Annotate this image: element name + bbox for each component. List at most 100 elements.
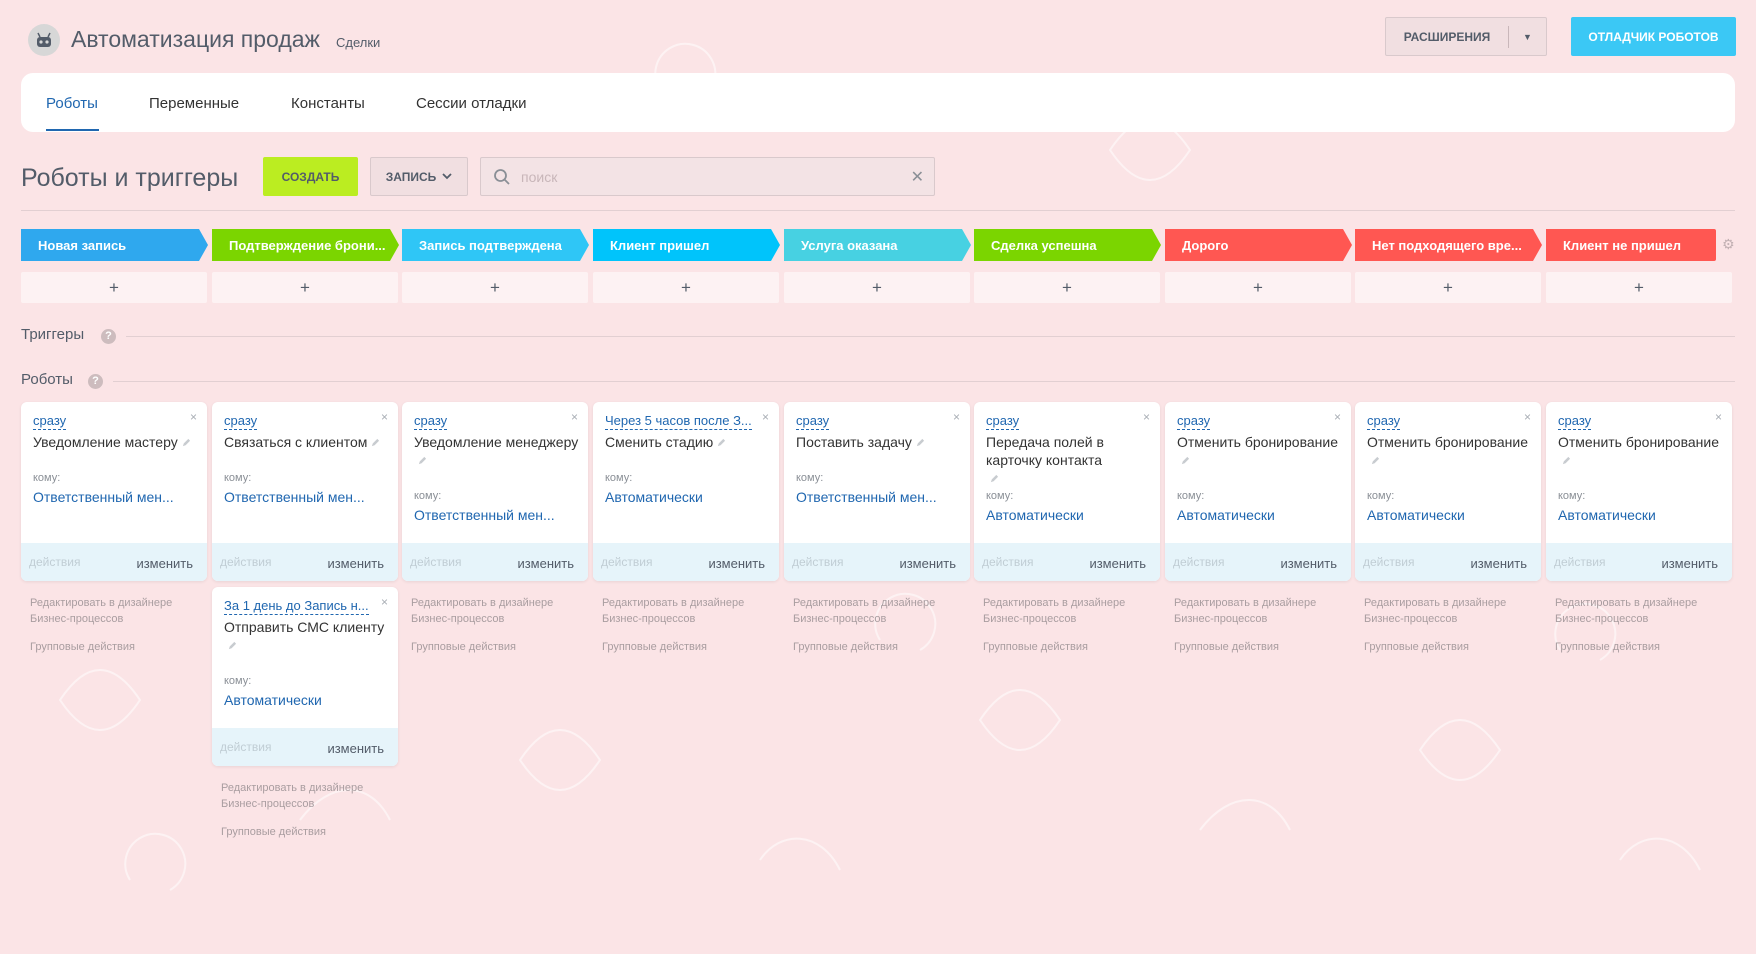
group-actions-link[interactable]: Групповые действия xyxy=(602,639,772,655)
edit-in-designer-link[interactable]: Редактировать в дизайнере Бизнес-процесс… xyxy=(411,595,581,627)
group-actions-link[interactable]: Групповые действия xyxy=(983,639,1153,655)
help-icon[interactable]: ? xyxy=(88,374,103,389)
close-icon[interactable]: × xyxy=(1143,410,1150,424)
pencil-icon[interactable] xyxy=(182,438,191,447)
close-icon[interactable]: × xyxy=(953,410,960,424)
stage-header[interactable]: Подтверждение брони... xyxy=(212,229,399,261)
stage-header[interactable]: Клиент пришел xyxy=(593,229,780,261)
add-trigger-button[interactable]: + xyxy=(1355,272,1541,303)
recipient-link[interactable]: Автоматически xyxy=(224,692,322,708)
actions-link[interactable]: действия xyxy=(1363,555,1414,569)
edit-in-designer-link[interactable]: Редактировать в дизайнере Бизнес-процесс… xyxy=(30,595,200,627)
stage-header[interactable]: Запись подтверждена xyxy=(402,229,589,261)
add-trigger-button[interactable]: + xyxy=(784,272,970,303)
chevron-down-icon[interactable]: ▼ xyxy=(1509,32,1546,42)
actions-link[interactable]: действия xyxy=(601,555,652,569)
group-actions-link[interactable]: Групповые действия xyxy=(221,824,391,840)
edit-link[interactable]: изменить xyxy=(1470,556,1527,571)
edit-link[interactable]: изменить xyxy=(899,556,956,571)
help-icon[interactable]: ? xyxy=(101,329,116,344)
robot-delay-link[interactable]: сразу xyxy=(1367,413,1401,430)
pencil-icon[interactable] xyxy=(1371,456,1380,465)
record-dropdown[interactable]: ЗАПИСЬ xyxy=(370,157,468,196)
edit-link[interactable]: изменить xyxy=(708,556,765,571)
recipient-link[interactable]: Автоматически xyxy=(605,489,703,505)
edit-link[interactable]: изменить xyxy=(1661,556,1718,571)
robot-delay-link[interactable]: сразу xyxy=(1558,413,1592,430)
stage-header[interactable]: Услуга оказана xyxy=(784,229,971,261)
robot-card[interactable]: × сразу Отменить бронирование кому: Автомати… xyxy=(1165,402,1351,581)
robot-card[interactable]: × сразу Связаться с клиентом кому: Ответстве… xyxy=(212,402,398,581)
stage-header[interactable]: Клиент не пришел xyxy=(1546,229,1716,261)
close-icon[interactable]: × xyxy=(1524,410,1531,424)
pencil-icon[interactable] xyxy=(228,641,237,650)
actions-link[interactable]: действия xyxy=(220,740,271,754)
edit-in-designer-link[interactable]: Редактировать в дизайнере Бизнес-процесс… xyxy=(1364,595,1534,627)
robot-card[interactable]: × сразу Передача полей в карточку контакта… xyxy=(974,402,1160,581)
close-icon[interactable]: × xyxy=(571,410,578,424)
robot-debugger-button[interactable]: ОТЛАДЧИК РОБОТОВ xyxy=(1571,17,1736,56)
actions-link[interactable]: действия xyxy=(1173,555,1224,569)
tab-debug-sessions[interactable]: Сессии отладки xyxy=(416,95,526,112)
recipient-link[interactable]: Ответственный мен... xyxy=(33,489,174,505)
group-actions-link[interactable]: Групповые действия xyxy=(30,639,200,655)
actions-link[interactable]: действия xyxy=(410,555,461,569)
clear-search-icon[interactable]: ✕ xyxy=(911,167,924,187)
group-actions-link[interactable]: Групповые действия xyxy=(1364,639,1534,655)
robot-delay-link[interactable]: сразу xyxy=(796,413,830,430)
stage-header[interactable]: Новая запись xyxy=(21,229,208,261)
pencil-icon[interactable] xyxy=(1562,456,1571,465)
pencil-icon[interactable] xyxy=(916,438,925,447)
edit-in-designer-link[interactable]: Редактировать в дизайнере Бизнес-процесс… xyxy=(602,595,772,627)
actions-link[interactable]: действия xyxy=(792,555,843,569)
robot-card[interactable]: × сразу Отменить бронирование кому: Автомати… xyxy=(1546,402,1732,581)
close-icon[interactable]: × xyxy=(190,410,197,424)
stage-header[interactable]: Сделка успешна xyxy=(974,229,1161,261)
pencil-icon[interactable] xyxy=(990,474,999,483)
actions-link[interactable]: действия xyxy=(1554,555,1605,569)
group-actions-link[interactable]: Групповые действия xyxy=(1174,639,1344,655)
add-trigger-button[interactable]: + xyxy=(1165,272,1351,303)
robot-delay-link[interactable]: сразу xyxy=(414,413,448,430)
pencil-icon[interactable] xyxy=(717,438,726,447)
robot-delay-link[interactable]: За 1 день до Запись н... xyxy=(224,598,369,615)
pencil-icon[interactable] xyxy=(418,456,427,465)
robot-card[interactable]: × сразу Поставить задачу кому: Ответственный… xyxy=(784,402,970,581)
close-icon[interactable]: × xyxy=(1715,410,1722,424)
add-trigger-button[interactable]: + xyxy=(212,272,398,303)
actions-link[interactable]: действия xyxy=(982,555,1033,569)
close-icon[interactable]: × xyxy=(1334,410,1341,424)
stage-header[interactable]: Дорого xyxy=(1165,229,1352,261)
tab-variables[interactable]: Переменные xyxy=(149,95,239,112)
robot-card[interactable]: × Через 5 часов после З... Сменить стадию к… xyxy=(593,402,779,581)
edit-link[interactable]: изменить xyxy=(1280,556,1337,571)
robot-delay-link[interactable]: сразу xyxy=(33,413,67,430)
add-trigger-button[interactable]: + xyxy=(402,272,588,303)
edit-link[interactable]: изменить xyxy=(327,556,384,571)
add-trigger-button[interactable]: + xyxy=(1546,272,1732,303)
add-trigger-button[interactable]: + xyxy=(593,272,779,303)
actions-link[interactable]: действия xyxy=(220,555,271,569)
edit-in-designer-link[interactable]: Редактировать в дизайнере Бизнес-процесс… xyxy=(793,595,963,627)
actions-link[interactable]: действия xyxy=(29,555,80,569)
add-trigger-button[interactable]: + xyxy=(21,272,207,303)
pencil-icon[interactable] xyxy=(371,438,380,447)
robot-delay-link[interactable]: Через 5 часов после З... xyxy=(605,413,752,430)
close-icon[interactable]: × xyxy=(381,595,388,609)
close-icon[interactable]: × xyxy=(381,410,388,424)
edit-in-designer-link[interactable]: Редактировать в дизайнере Бизнес-процесс… xyxy=(1174,595,1344,627)
robot-card[interactable]: × сразу Отменить бронирование кому: Автомати… xyxy=(1355,402,1541,581)
edit-in-designer-link[interactable]: Редактировать в дизайнере Бизнес-процесс… xyxy=(221,780,391,812)
add-trigger-button[interactable]: + xyxy=(974,272,1160,303)
group-actions-link[interactable]: Групповые действия xyxy=(411,639,581,655)
edit-in-designer-link[interactable]: Редактировать в дизайнере Бизнес-процесс… xyxy=(1555,595,1725,627)
robot-delay-link[interactable]: сразу xyxy=(224,413,258,430)
robot-delay-link[interactable]: сразу xyxy=(986,413,1020,430)
edit-in-designer-link[interactable]: Редактировать в дизайнере Бизнес-процесс… xyxy=(983,595,1153,627)
tab-constants[interactable]: Константы xyxy=(291,95,365,112)
recipient-link[interactable]: Автоматически xyxy=(1367,507,1465,523)
robot-card[interactable]: × За 1 день до Запись н... Отправить СМС к… xyxy=(212,587,398,766)
robot-delay-link[interactable]: сразу xyxy=(1177,413,1211,430)
gear-icon[interactable]: ⚙ xyxy=(1722,236,1735,253)
recipient-link[interactable]: Ответственный мен... xyxy=(414,507,555,523)
